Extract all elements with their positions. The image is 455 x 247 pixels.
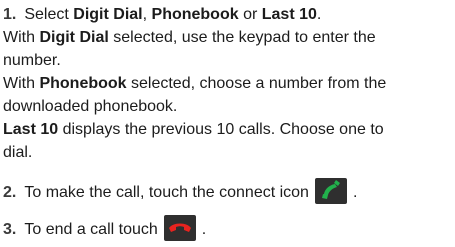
step-1-line-2: With Digit Dial selected, use the keypad… <box>3 26 451 49</box>
step-2-line: 2. To make the call, touch the connect ic… <box>3 178 451 206</box>
step-2: 2. To make the call, touch the connect ic… <box>3 178 451 206</box>
digit-dial-term: Digit Dial <box>73 6 143 23</box>
step-1-line-4: With Phonebook selected, choose a number… <box>3 72 451 95</box>
digit-dial-description: selected, use the keypad to enter the <box>108 29 376 46</box>
phone-end-icon[interactable] <box>163 215 196 241</box>
step-number: 1. <box>3 6 17 23</box>
phone-connect-icon[interactable] <box>314 178 347 204</box>
or-text: or <box>238 6 262 23</box>
step-3-text: To end a call touch <box>24 221 158 239</box>
step-number: 3. <box>3 221 17 239</box>
period: . <box>316 6 322 23</box>
last-10-term: Last 10 <box>3 121 59 138</box>
digit-dial-term: Digit Dial <box>39 29 109 46</box>
last-10-term: Last 10 <box>261 6 317 23</box>
step-1-line-7: dial. <box>3 144 33 161</box>
step-1: 1. Select Digit Dial, Phonebook or Last 1… <box>3 3 451 164</box>
step-1-text: Select <box>24 6 74 23</box>
phonebook-description: selected, choose a number from the <box>126 75 387 92</box>
period: . <box>201 221 207 239</box>
step-1-line-1: 1. Select Digit Dial, Phonebook or Last 1… <box>3 3 451 26</box>
step-3-line: 3. To end a call touch . <box>3 215 451 243</box>
period: . <box>352 184 358 202</box>
with-text: With <box>3 29 40 46</box>
comma: , <box>142 6 148 23</box>
phonebook-term: Phonebook <box>151 6 239 23</box>
step-1-line-6: Last 10 displays the previous 10 calls. … <box>3 118 451 141</box>
step-2-text: To make the call, touch the connect icon <box>24 184 309 202</box>
step-3: 3. To end a call touch . <box>3 215 451 243</box>
with-text: With <box>3 75 40 92</box>
last-10-description: displays the previous 10 calls. Choose o… <box>58 121 384 138</box>
phonebook-term: Phonebook <box>39 75 127 92</box>
step-1-line-5: downloaded phonebook. <box>3 98 178 115</box>
step-1-line-3: number. <box>3 52 61 69</box>
instruction-document: 1. Select Digit Dial, Phonebook or Last 1… <box>0 0 455 247</box>
step-number: 2. <box>3 184 17 202</box>
